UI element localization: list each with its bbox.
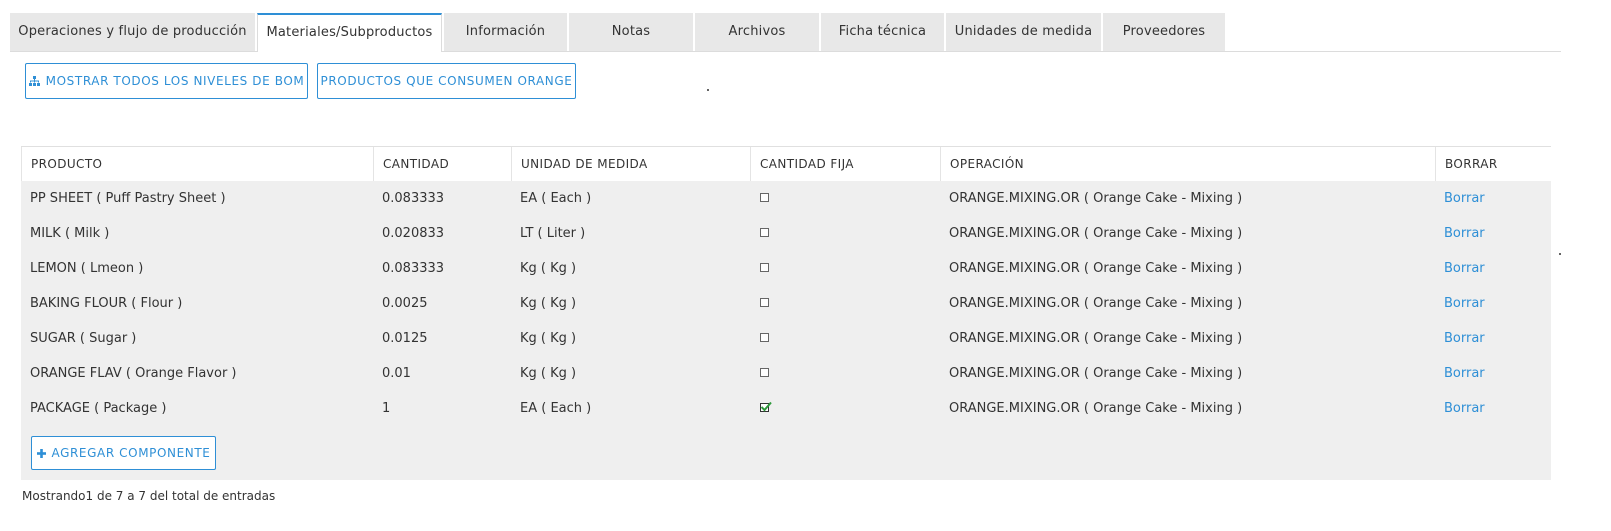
cell-cantidad: 0.083333 (382, 261, 445, 276)
fixed-quantity-checkbox[interactable] (760, 333, 769, 342)
cell-cantidad: 0.083333 (382, 191, 445, 206)
fixed-quantity-checkbox[interactable] (760, 263, 769, 272)
delete-link[interactable]: Borrar (1444, 391, 1485, 426)
header-cantidad-fija[interactable]: CANTIDAD FIJA (751, 147, 941, 181)
table-info: Mostrando1 de 7 a 7 del total de entrada… (22, 489, 276, 503)
cell-operacion: ORANGE.MIXING.OR ( Orange Cake - Mixing … (949, 261, 1243, 276)
header-producto[interactable]: PRODUCTO (21, 147, 374, 181)
cell-operacion: ORANGE.MIXING.OR ( Orange Cake - Mixing … (949, 366, 1243, 381)
delete-link[interactable]: Borrar (1444, 286, 1485, 321)
check-icon (760, 401, 772, 412)
table-row: SUGAR ( Sugar ) 0.0125 Kg ( Kg ) ORANGE.… (21, 321, 1551, 356)
tab-informacion[interactable]: Información (444, 13, 567, 51)
delete-link[interactable]: Borrar (1444, 251, 1485, 286)
fixed-quantity-checkbox[interactable] (760, 228, 769, 237)
table-row: BAKING FLOUR ( Flour ) 0.0025 Kg ( Kg ) … (21, 286, 1551, 321)
plus-icon (36, 448, 46, 458)
tab-materiales[interactable]: Materiales/Subproductos (257, 13, 442, 52)
cell-operacion: ORANGE.MIXING.OR ( Orange Cake - Mixing … (949, 401, 1243, 416)
table-row: PACKAGE ( Package ) 1 EA ( Each ) ORANGE… (21, 391, 1551, 426)
delete-link[interactable]: Borrar (1444, 181, 1485, 216)
tab-ficha-tecnica[interactable]: Ficha técnica (821, 13, 944, 51)
cell-cantidad: 0.0025 (382, 296, 428, 311)
header-borrar: BORRAR (1445, 157, 1498, 171)
table-row: MILK ( Milk ) 0.020833 LT ( Liter ) ORAN… (21, 216, 1551, 251)
cell-cantidad: 1 (382, 401, 391, 416)
cell-unidad: LT ( Liter ) (520, 226, 586, 241)
sitemap-icon (28, 76, 40, 86)
tab-archivos[interactable]: Archivos (695, 13, 819, 51)
header-cantidad[interactable]: CANTIDAD (374, 147, 512, 181)
stray-dot (1559, 253, 1561, 255)
fixed-quantity-checkbox[interactable] (760, 298, 769, 307)
cell-unidad: Kg ( Kg ) (520, 366, 577, 381)
cell-producto: LEMON ( Lmeon ) (30, 261, 144, 276)
cell-unidad: Kg ( Kg ) (520, 331, 577, 346)
cell-operacion: ORANGE.MIXING.OR ( Orange Cake - Mixing … (949, 191, 1243, 206)
delete-link[interactable]: Borrar (1444, 356, 1485, 391)
stray-dot (707, 89, 709, 91)
fixed-quantity-checkbox-checked[interactable] (760, 401, 772, 412)
add-component-button[interactable]: AGREGAR COMPONENTE (31, 436, 216, 470)
tab-notas[interactable]: Notas (569, 13, 693, 51)
materials-table: PRODUCTO CANTIDAD UNIDAD DE MEDIDA CANTI… (21, 146, 1551, 480)
cell-producto: SUGAR ( Sugar ) (30, 331, 137, 346)
tab-proveedores[interactable]: Proveedores (1103, 13, 1225, 51)
table-header: PRODUCTO CANTIDAD UNIDAD DE MEDIDA CANTI… (21, 146, 1551, 181)
show-bom-levels-label: MOSTRAR TODOS LOS NIVELES DE BOM (45, 74, 305, 88)
cell-producto: MILK ( Milk ) (30, 226, 110, 241)
cell-unidad: EA ( Each ) (520, 401, 592, 416)
show-bom-levels-button[interactable]: MOSTRAR TODOS LOS NIVELES DE BOM (25, 63, 308, 99)
cell-operacion: ORANGE.MIXING.OR ( Orange Cake - Mixing … (949, 296, 1243, 311)
cell-unidad: Kg ( Kg ) (520, 296, 577, 311)
cell-cantidad: 0.01 (382, 366, 411, 381)
header-unidad[interactable]: UNIDAD DE MEDIDA (512, 147, 751, 181)
consuming-products-button[interactable]: PRODUCTOS QUE CONSUMEN ORANGE (317, 63, 576, 99)
cell-cantidad: 0.020833 (382, 226, 445, 241)
header-operacion[interactable]: OPERACIÓN (941, 147, 1436, 181)
cell-operacion: ORANGE.MIXING.OR ( Orange Cake - Mixing … (949, 331, 1243, 346)
consuming-products-label: PRODUCTOS QUE CONSUMEN ORANGE (320, 74, 573, 88)
cell-producto: ORANGE FLAV ( Orange Flavor ) (30, 366, 237, 381)
cell-producto: BAKING FLOUR ( Flour ) (30, 296, 183, 311)
table-row: LEMON ( Lmeon ) 0.083333 Kg ( Kg ) ORANG… (21, 251, 1551, 286)
cell-cantidad: 0.0125 (382, 331, 428, 346)
cell-unidad: EA ( Each ) (520, 191, 592, 206)
add-component-label: AGREGAR COMPONENTE (51, 446, 211, 460)
cell-producto: PP SHEET ( Puff Pastry Sheet ) (30, 191, 226, 206)
delete-link[interactable]: Borrar (1444, 321, 1485, 356)
cell-unidad: Kg ( Kg ) (520, 261, 577, 276)
cell-producto: PACKAGE ( Package ) (30, 401, 167, 416)
cell-operacion: ORANGE.MIXING.OR ( Orange Cake - Mixing … (949, 226, 1243, 241)
tab-bar: Operaciones y flujo de producción Materi… (10, 13, 1561, 52)
fixed-quantity-checkbox[interactable] (760, 368, 769, 377)
tab-unidades-medida[interactable]: Unidades de medida (946, 13, 1101, 51)
table-row: PP SHEET ( Puff Pastry Sheet ) 0.083333 … (21, 181, 1551, 216)
table-row: ORANGE FLAV ( Orange Flavor ) 0.01 Kg ( … (21, 356, 1551, 391)
delete-link[interactable]: Borrar (1444, 216, 1485, 251)
fixed-quantity-checkbox[interactable] (760, 193, 769, 202)
tab-operaciones[interactable]: Operaciones y flujo de producción (10, 13, 255, 51)
